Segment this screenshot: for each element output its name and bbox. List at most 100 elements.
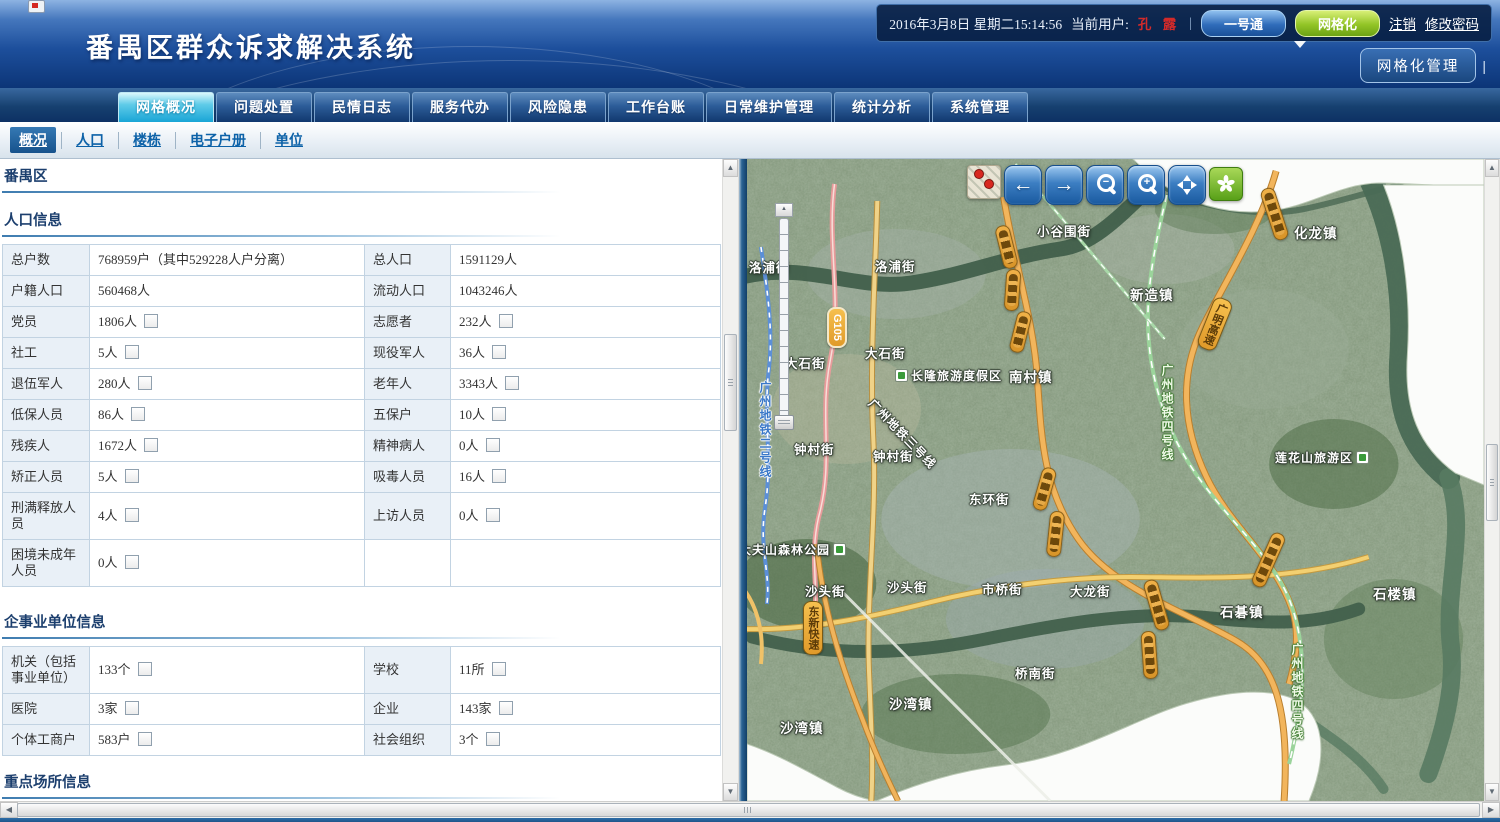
pan-right-icon[interactable]: →	[1045, 165, 1083, 205]
checkbox[interactable]	[131, 407, 145, 421]
field-value-text: 4人	[98, 508, 118, 523]
logout-link[interactable]: 注销	[1389, 13, 1416, 33]
field-value-text: 0人	[459, 508, 479, 523]
map-label-text: 化龙镇	[1294, 226, 1338, 241]
info-panel-scrollbar[interactable]: ▲ ▼	[722, 159, 739, 801]
main-tab[interactable]: 统计分析	[834, 92, 930, 122]
scrollbar-thumb[interactable]	[17, 803, 1480, 817]
checkbox[interactable]	[138, 732, 152, 746]
sub-nav: 概况人口楼栋电子户册单位	[0, 122, 1500, 159]
field-value-text: 0人	[459, 438, 479, 453]
checkbox[interactable]	[486, 732, 500, 746]
grid-management-button[interactable]: 网格化管理	[1360, 48, 1477, 83]
scroll-down-button[interactable]: ▼	[1485, 783, 1499, 801]
main-tab[interactable]: 民情日志	[314, 92, 410, 122]
checkbox[interactable]	[125, 469, 139, 483]
field-value: 3343人	[451, 369, 721, 400]
map-label-text: 新造镇	[1130, 288, 1174, 303]
checkbox[interactable]	[486, 438, 500, 452]
zoom-slider-top-button[interactable]: ▲	[775, 203, 793, 217]
scroll-left-button[interactable]: ◀	[0, 802, 18, 818]
checkbox[interactable]	[492, 345, 506, 359]
map-label: 化龙镇	[1294, 222, 1338, 242]
checkbox[interactable]	[125, 555, 139, 569]
yihaotong-button[interactable]: 一号通	[1201, 10, 1286, 37]
checkbox[interactable]	[138, 662, 152, 676]
checkbox[interactable]	[144, 314, 158, 328]
section-title: 重点场所信息	[4, 771, 722, 792]
checkbox[interactable]	[499, 314, 513, 328]
zoom-in-icon[interactable]	[1127, 165, 1165, 205]
checkbox[interactable]	[125, 701, 139, 715]
checkbox[interactable]	[505, 376, 519, 390]
checkbox[interactable]	[486, 508, 500, 522]
main-tab[interactable]: 日常维护管理	[706, 92, 832, 122]
map-panel[interactable]: G105东新快速广明高速 洛浦街洛浦街小谷围街化龙镇新造镇大石街大石街长隆旅游度…	[747, 159, 1484, 801]
field-value: 1043246人	[451, 276, 721, 307]
checkbox[interactable]	[125, 345, 139, 359]
field-label: 残疾人	[3, 431, 90, 462]
current-user-label: 当前用户:	[1071, 13, 1129, 33]
map-label: 洛浦街	[875, 256, 916, 275]
checkbox[interactable]	[138, 376, 152, 390]
checkbox[interactable]	[492, 662, 506, 676]
horizontal-scrollbar[interactable]: ◀ ▶	[0, 801, 1500, 818]
field-label: 个体工商户	[3, 725, 90, 756]
checkbox[interactable]	[492, 407, 506, 421]
sub-tab[interactable]: 人口	[67, 127, 113, 153]
scrollbar-thumb[interactable]	[1486, 444, 1498, 521]
pan-move-icon[interactable]	[1168, 165, 1206, 205]
field-value: 232人	[451, 307, 721, 338]
sub-tab[interactable]: 楼栋	[124, 127, 170, 153]
app-icon	[28, 0, 45, 13]
map-pins-icon[interactable]	[967, 165, 1001, 199]
field-value-text: 560468人	[98, 283, 150, 298]
field-value: 1806人	[90, 307, 365, 338]
table-row: 低保人员86人五保户10人	[3, 400, 721, 431]
scroll-right-button[interactable]: ▶	[1482, 802, 1500, 818]
field-value-text: 3个	[459, 732, 479, 747]
field-value-text: 5人	[98, 345, 118, 360]
section-underline	[2, 797, 584, 799]
change-password-link[interactable]: 修改密码	[1425, 13, 1479, 33]
scroll-up-button[interactable]: ▲	[1485, 159, 1499, 177]
field-label: 老年人	[365, 369, 451, 400]
pan-left-icon[interactable]: ←	[1004, 165, 1042, 205]
map-label: 东环街	[969, 489, 1010, 508]
main-tab[interactable]: 工作台账	[608, 92, 704, 122]
sub-tab[interactable]: 概况	[10, 127, 56, 153]
zoom-out-icon[interactable]	[1086, 165, 1124, 205]
field-label: 吸毒人员	[365, 462, 451, 493]
sub-tab[interactable]: 电子户册	[181, 127, 255, 153]
main-tab[interactable]: 服务代办	[412, 92, 508, 122]
table-row: 户籍人口560468人流动人口1043246人	[3, 276, 721, 307]
main-tab[interactable]: 系统管理	[932, 92, 1028, 122]
page-scrollbar[interactable]: ▲ ▼	[1484, 159, 1500, 801]
map-labels-layer: 洛浦街洛浦街小谷围街化龙镇新造镇大石街大石街长隆旅游度假区南村镇钟村街钟村街东环…	[747, 159, 1484, 801]
checkbox[interactable]	[125, 508, 139, 522]
map-label-text: 沙头街	[805, 585, 846, 599]
checkbox[interactable]	[492, 469, 506, 483]
checkbox[interactable]	[144, 438, 158, 452]
sub-tab[interactable]: 单位	[266, 127, 312, 153]
main-tab[interactable]: 风险隐患	[510, 92, 606, 122]
field-label: 上访人员	[365, 493, 451, 540]
map-label: 沙湾镇	[889, 693, 933, 713]
pointer-triangle	[1294, 41, 1306, 48]
map-logo-icon[interactable]	[1209, 167, 1243, 201]
section-underline	[2, 191, 584, 193]
scrollbar-thumb[interactable]	[724, 334, 737, 431]
scroll-up-button[interactable]: ▲	[723, 159, 738, 177]
zoom-slider-handle[interactable]	[774, 415, 794, 430]
map-label-text: 大石街	[865, 347, 906, 361]
gridding-button[interactable]: 网格化	[1295, 10, 1380, 37]
main-tab[interactable]: 问题处置	[216, 92, 312, 122]
scroll-down-button[interactable]: ▼	[723, 783, 738, 801]
main-nav: 网格概况问题处置民情日志服务代办风险隐患工作台账日常维护管理统计分析系统管理	[0, 88, 1500, 122]
checkbox[interactable]	[499, 701, 513, 715]
field-label: 户籍人口	[3, 276, 90, 307]
field-label: 党员	[3, 307, 90, 338]
zoom-slider-track[interactable]	[779, 218, 789, 420]
main-tab[interactable]: 网格概况	[118, 92, 214, 122]
map-toolbar: ←→	[967, 165, 1243, 205]
